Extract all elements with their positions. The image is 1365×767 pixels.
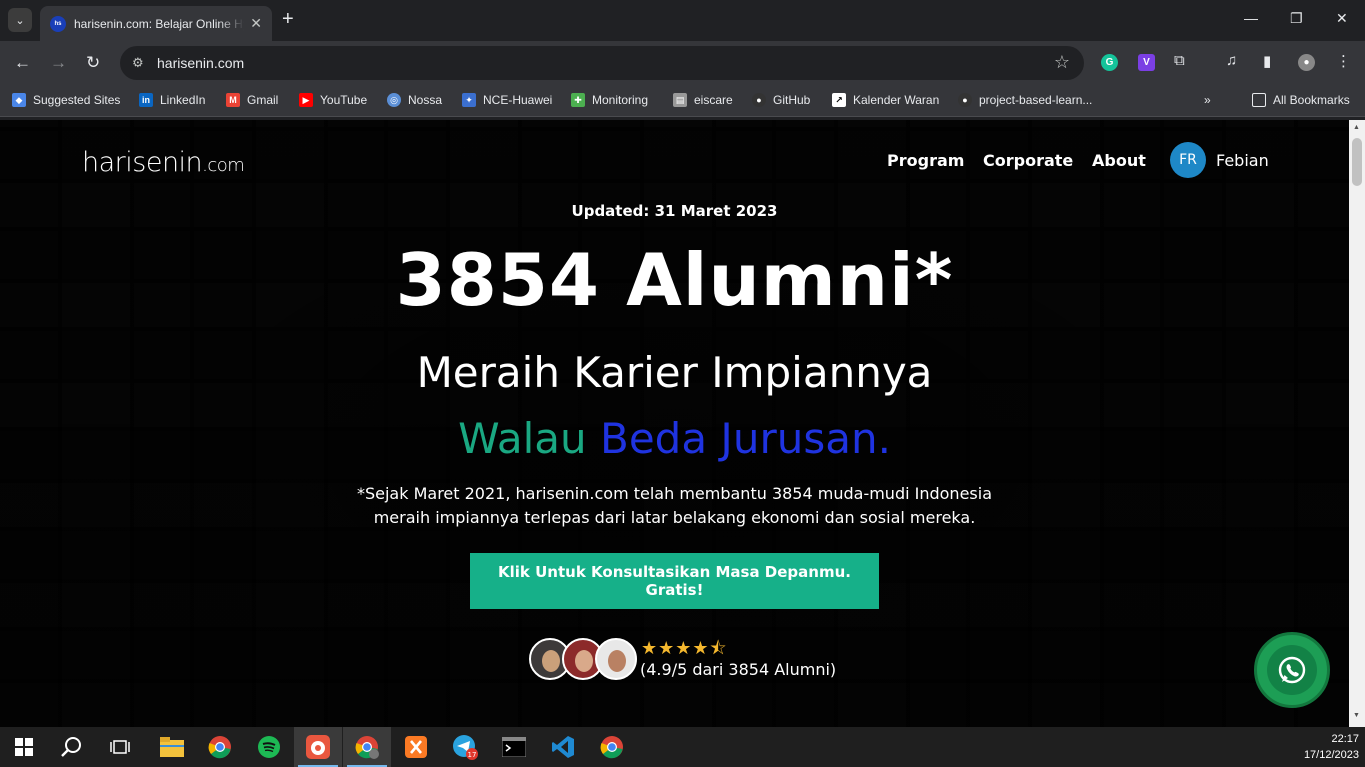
- whatsapp-icon: [1267, 645, 1317, 695]
- tab-search-button[interactable]: ⌄: [8, 8, 32, 32]
- nav-program[interactable]: Program: [887, 151, 964, 170]
- consultation-cta-button[interactable]: Klik Untuk Konsultasikan Masa Depanmu. G…: [470, 553, 879, 609]
- site-favicon-icon: hs: [50, 15, 66, 32]
- back-button[interactable]: ←: [14, 53, 31, 73]
- search-icon[interactable]: [48, 727, 96, 767]
- windows-taskbar: 17 22:17 17/12/2023: [0, 727, 1365, 767]
- minimize-window-button[interactable]: —: [1244, 10, 1258, 26]
- bookmark-nossa[interactable]: ◎ Nossa: [387, 93, 442, 107]
- new-tab-button[interactable]: +: [282, 9, 294, 29]
- telegram-icon[interactable]: 17: [441, 727, 489, 767]
- github-icon: ●: [958, 93, 972, 107]
- file-explorer-icon[interactable]: [148, 727, 196, 767]
- tab-title: harisenin.com: Belajar Online Hybrid: [74, 16, 244, 31]
- chrome-icon[interactable]: [196, 727, 244, 767]
- windows-start-icon[interactable]: [0, 727, 48, 767]
- browser-tab-strip: ⌄ hs harisenin.com: Belajar Online Hybri…: [0, 0, 1365, 41]
- bookmark-linkedin[interactable]: in LinkedIn: [139, 93, 205, 107]
- profile-avatar-icon[interactable]: ●: [1298, 54, 1315, 71]
- terminal-icon[interactable]: [490, 727, 538, 767]
- browser-tab-active[interactable]: hs harisenin.com: Belajar Online Hybrid …: [40, 6, 272, 41]
- chrome-menu-icon[interactable]: ⋮: [1336, 52, 1351, 70]
- suggested-sites-icon: ◆: [12, 93, 26, 107]
- nce-huawei-icon: ✦: [462, 93, 476, 107]
- eiscare-icon: ▤: [673, 93, 687, 107]
- bookmark-all-bookmarks[interactable]: All Bookmarks: [1252, 93, 1350, 107]
- app-bug-icon[interactable]: [294, 727, 342, 767]
- subtitle-green-text: Walau: [458, 414, 587, 463]
- bookmark-star-icon[interactable]: ☆: [1054, 52, 1070, 73]
- vpn-extension-icon[interactable]: V: [1138, 54, 1155, 71]
- bookmark-project-based-learning[interactable]: ● project-based-learn...: [958, 93, 1092, 107]
- bookmark-gmail[interactable]: M Gmail: [226, 93, 278, 107]
- folder-icon: [1252, 93, 1266, 107]
- kalender-waran-icon: ↗: [832, 93, 846, 107]
- chrome-secondary-icon[interactable]: [588, 727, 636, 767]
- rating-text: (4.9/5 dari 3854 Alumni): [640, 660, 837, 679]
- nav-corporate[interactable]: Corporate: [983, 151, 1073, 170]
- bookmark-suggested-sites[interactable]: ◆ Suggested Sites: [12, 93, 120, 107]
- vscode-icon[interactable]: [539, 727, 587, 767]
- xampp-icon[interactable]: [392, 727, 440, 767]
- reload-button[interactable]: ↻: [86, 53, 100, 73]
- bookmark-github[interactable]: ● GitHub: [752, 93, 810, 107]
- browser-toolbar: ← → ↻ ⚙ harisenin.com ☆ G V ⧉ ♫ ▮ ● ⋮: [0, 41, 1365, 86]
- clock-time: 22:17: [1331, 733, 1359, 745]
- media-control-icon[interactable]: ♫: [1226, 52, 1237, 69]
- hero-section: harisenin.com Program Corporate About FR…: [0, 120, 1349, 727]
- telegram-badge: 17: [468, 751, 477, 759]
- bookmark-monitoring[interactable]: ✚ Monitoring: [571, 93, 648, 107]
- user-avatar[interactable]: FR: [1170, 142, 1206, 178]
- nossa-icon: ◎: [387, 93, 401, 107]
- bookmarks-bar: ◆ Suggested Sites in LinkedIn M Gmail ▶ YouT…: [0, 86, 1365, 117]
- subtitle-blue-text: Beda Jurusan.: [600, 414, 891, 463]
- hero-subtitle-highlight: Walau Beda Jurusan.: [0, 414, 1349, 463]
- hero-subtitle: Meraih Karier Impiannya: [416, 348, 933, 397]
- alumni-avatars: [529, 638, 639, 682]
- gmail-icon: M: [226, 93, 240, 107]
- spotify-icon[interactable]: [245, 727, 293, 767]
- task-view-icon[interactable]: [96, 727, 144, 767]
- nav-about[interactable]: About: [1092, 151, 1146, 170]
- alumni-avatar: [595, 638, 637, 680]
- user-name[interactable]: Febian: [1216, 151, 1269, 170]
- scroll-down-arrow-icon[interactable]: ▼: [1353, 712, 1360, 719]
- address-bar[interactable]: ⚙ harisenin.com ☆: [120, 46, 1084, 80]
- bookmark-kalender-waran[interactable]: ↗ Kalender Waran: [832, 93, 939, 107]
- close-window-button[interactable]: ✕: [1336, 10, 1348, 27]
- scrollbar-thumb[interactable]: [1352, 138, 1362, 186]
- updated-date: Updated: 31 Maret 2023: [571, 202, 778, 220]
- chrome-profile-icon[interactable]: [343, 727, 391, 767]
- forward-button[interactable]: →: [50, 53, 67, 73]
- linkedin-icon: in: [139, 93, 153, 107]
- site-info-icon[interactable]: ⚙: [132, 55, 144, 71]
- clock-date: 17/12/2023: [1303, 749, 1359, 761]
- site-logo[interactable]: harisenin.com: [82, 147, 245, 178]
- extensions-puzzle-icon[interactable]: ⧉: [1174, 52, 1185, 69]
- grammarly-extension-icon[interactable]: G: [1101, 54, 1118, 71]
- hero-headline: 3854 Alumni*: [395, 238, 954, 322]
- bookmark-youtube[interactable]: ▶ YouTube: [299, 93, 367, 107]
- restore-window-button[interactable]: ❐: [1290, 10, 1303, 27]
- github-icon: ●: [752, 93, 766, 107]
- url-text[interactable]: harisenin.com: [157, 55, 244, 71]
- scroll-up-arrow-icon[interactable]: ▲: [1353, 124, 1360, 131]
- bookmarks-overflow-chevron-icon[interactable]: »: [1204, 93, 1211, 107]
- youtube-icon: ▶: [299, 93, 313, 107]
- tab-close-icon[interactable]: ✕: [250, 15, 262, 32]
- whatsapp-chat-button[interactable]: [1254, 632, 1330, 708]
- page-scrollbar[interactable]: ▲ ▼: [1349, 120, 1365, 727]
- bookmark-nce-huawei[interactable]: ✦ NCE-Huawei: [462, 93, 552, 107]
- system-clock[interactable]: 22:17 17/12/2023: [1304, 731, 1359, 763]
- hero-description: *Sejak Maret 2021, harisenin.com telah m…: [356, 484, 992, 527]
- bookmark-eiscare[interactable]: ▤ eiscare: [673, 93, 733, 107]
- side-panel-icon[interactable]: ▮: [1263, 52, 1271, 70]
- monitoring-icon: ✚: [571, 93, 585, 107]
